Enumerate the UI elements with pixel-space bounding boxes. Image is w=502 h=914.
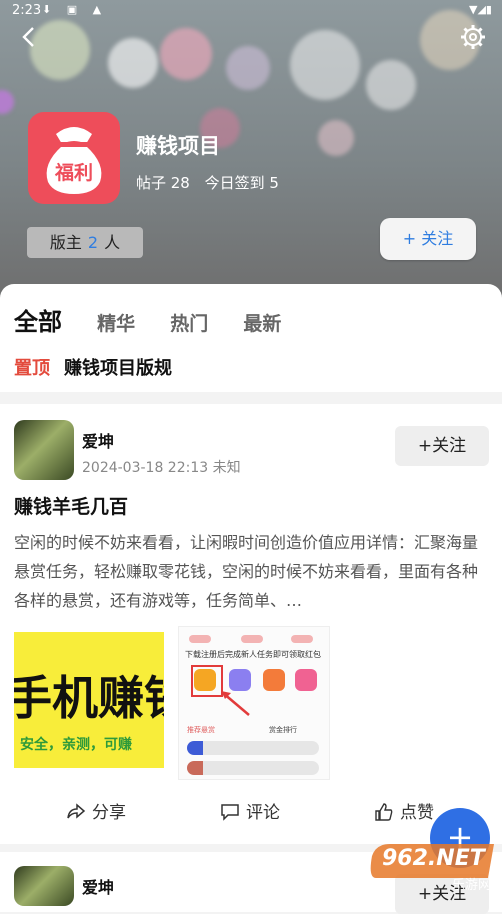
post-image-2-left-label: 推荐悬赏 [187,726,215,734]
like-button[interactable]: 点赞 [374,798,434,823]
post-author[interactable]: 爱坤 [82,874,114,898]
post-count: 帖子 28 [136,174,190,192]
forum-logo-text: 福利 [54,162,93,184]
comment-label: 评论 [246,803,280,823]
share-icon [67,803,86,819]
signin-count: 今日签到 5 [204,174,279,192]
post-image-2-heading: 下载注册后完成新人任务即可领取红包 [185,650,321,659]
forum-logo: 福利 [28,112,120,204]
tab-hot[interactable]: 热门 [170,309,208,336]
comment-icon [221,804,239,821]
post-meta: 2024-03-18 22:13 未知 [82,460,241,476]
bokeh-light [160,28,212,80]
avatar[interactable] [14,866,74,906]
moderators-badge[interactable]: 版主 2 人 [27,227,143,258]
share-button[interactable]: 分享 [66,798,126,823]
moderators-prefix: 版主 [49,233,82,252]
image-chip [291,635,313,643]
post-card[interactable]: 爱坤 2024-03-18 22:13 未知 +关注 赚钱羊毛几百 空闲的时候不… [0,404,502,844]
battery-icon: ▼◢▮ [469,3,492,16]
bokeh-light [226,46,270,90]
share-label: 分享 [92,803,126,823]
follow-author-button[interactable]: +关注 [395,426,489,466]
notification-icons: ⬇ ▣ ▲ [42,3,108,16]
settings-gear-icon[interactable] [460,24,486,50]
tabs-panel: 全部 精华 热门 最新 置顶 赚钱项目版规 [0,284,502,392]
watermark-subtext: 乐游网 [452,878,492,893]
post-image-2-right-label: 赏金排行 [269,726,297,734]
watermark-logo: 962.NET 乐游网 [366,836,502,893]
post-body[interactable]: 空闲的时候不妨来看看，让闲暇时间创造价值应用详情：汇聚海量悬赏任务，轻松赚取零花… [14,528,492,615]
tab-bar: 全部 精华 热门 最新 [14,302,311,337]
tab-latest[interactable]: 最新 [243,309,281,336]
post-title[interactable]: 赚钱羊毛几百 [14,492,128,519]
image-row [187,741,319,755]
image-row [187,761,319,775]
pinned-title: 赚钱项目版规 [64,358,172,379]
forum-stats: 帖子 28 今日签到 5 [136,172,279,193]
pinned-post[interactable]: 置顶 赚钱项目版规 [14,354,172,380]
pinned-tag: 置顶 [14,358,50,379]
thumbs-up-icon [375,803,393,821]
megaphone-icon [263,669,285,691]
watermark-text: 962.NET [382,846,485,871]
post-author[interactable]: 爱坤 [82,428,114,452]
forum-title: 赚钱项目 [136,134,220,158]
post-image-2[interactable]: 下载注册后完成新人任务即可领取红包 推荐悬赏 赏金排行 [178,626,330,780]
image-chip [241,635,263,643]
tab-featured[interactable]: 精华 [97,309,135,336]
status-bar: 2:23 ⬇ ▣ ▲ ▼◢▮ [0,0,502,22]
bokeh-light [0,90,14,114]
tab-all[interactable]: 全部 [14,302,62,337]
moderators-count: 2 [87,233,99,252]
post-image-1-text: 手机赚钱 [14,671,164,725]
moderators-suffix: 人 [104,233,121,252]
bokeh-light [366,60,416,110]
follow-forum-button[interactable]: + 关注 [380,218,476,260]
like-label: 点赞 [400,803,434,823]
post-actions: 分享 评论 点赞 [0,798,502,838]
image-chip [189,635,211,643]
shop-icon [295,669,317,691]
bokeh-light [108,38,158,88]
avatar[interactable] [14,420,74,480]
post-image-1-subtext: 安全，亲测，可赚 [20,737,132,753]
comment-button[interactable]: 评论 [220,798,280,823]
back-icon[interactable] [14,22,44,52]
status-time: 2:23 [12,3,42,18]
bokeh-light [290,30,360,100]
post-image-1[interactable]: 手机赚钱 安全，亲测，可赚 [14,632,164,768]
arrow-icon [221,691,250,716]
bokeh-light [318,120,354,156]
